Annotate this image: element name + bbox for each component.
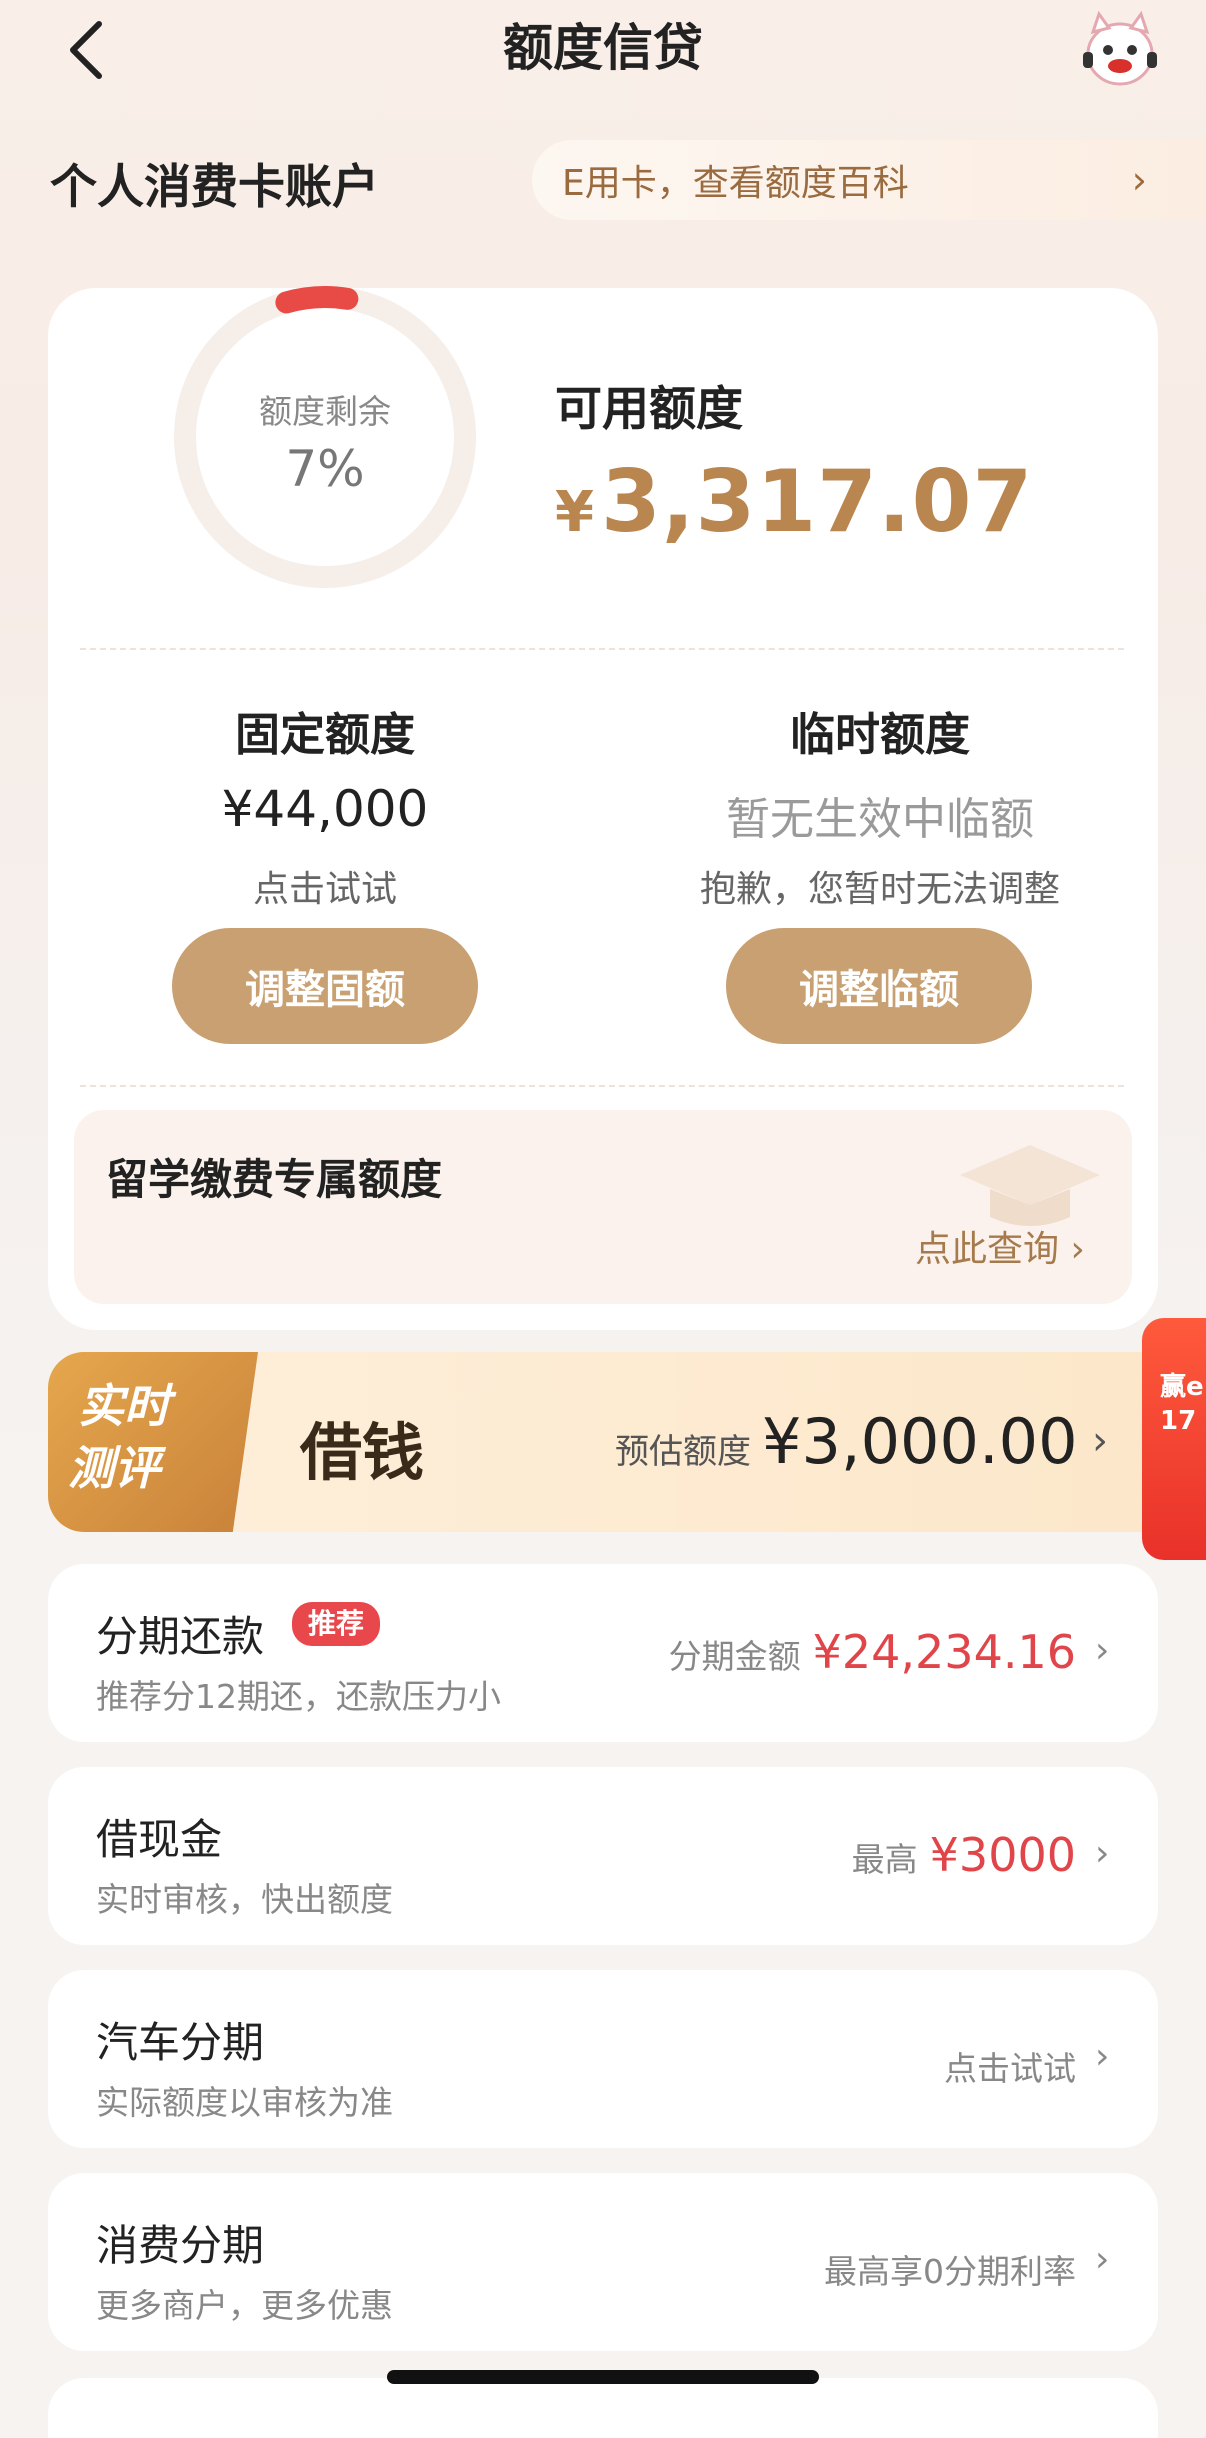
study-abroad-link[interactable]: 点此查询 › xyxy=(915,1220,1085,1272)
adjust-temp-button[interactable]: 调整临额 xyxy=(726,928,1032,1044)
recommend-badge: 推荐 xyxy=(292,1602,381,1646)
realtime-eval-text: 实时 测评 xyxy=(68,1375,248,1499)
tag-line-1: 实时 xyxy=(78,1379,170,1433)
chevron-right-icon: › xyxy=(1095,1630,1110,1671)
list-item-right: 分期金额 ¥24,234.16 xyxy=(669,1625,1076,1679)
ring-label: 额度剩余 xyxy=(259,392,391,431)
section-title: 个人消费卡账户 xyxy=(50,160,379,215)
list-item-title: 分期还款 xyxy=(96,1612,265,1661)
home-indicator[interactable] xyxy=(387,2370,819,2384)
chevron-right-icon: › xyxy=(1095,2239,1110,2280)
promo-line-1: 赢e xyxy=(1160,1372,1204,1402)
temp-quota-sub: 抱歉，您暂时无法调整 xyxy=(699,869,1060,910)
borrow-title: 借钱 xyxy=(300,1416,425,1489)
back-button[interactable] xyxy=(50,10,120,90)
list-item-sub: 实时审核，快出额度 xyxy=(96,1880,393,1919)
right-label: 分期金额 xyxy=(668,1637,801,1676)
list-item-right: 点击试试 xyxy=(944,2042,1076,2090)
estimated-quota-label: 预估额度 xyxy=(615,1432,751,1472)
available-quota-amount: ¥3,317.07 xyxy=(555,452,1033,552)
study-abroad-title: 留学缴费专属额度 xyxy=(106,1155,443,1204)
right-value: ¥3000 xyxy=(929,1828,1076,1882)
temp-quota-value: 暂无生效中临额 xyxy=(726,794,1034,845)
ring-percent: 7% xyxy=(285,440,365,498)
list-item-title: 消费分期 xyxy=(96,2221,265,2270)
hint-text: E用卡，查看额度百科 xyxy=(562,163,909,204)
side-promo-text: 赢e 17 xyxy=(1160,1370,1204,1438)
side-promo-tab[interactable] xyxy=(1142,1318,1206,1560)
fixed-quota-sub[interactable]: 点击试试 xyxy=(125,860,525,912)
right-label: 最高享0分期利率 xyxy=(824,2252,1076,2291)
divider xyxy=(80,648,1124,650)
chevron-right-icon: › xyxy=(1131,158,1147,202)
promo-line-2: 17 xyxy=(1160,1406,1197,1436)
quota-encyclopedia-banner[interactable]: E用卡，查看额度百科 › xyxy=(532,140,1206,220)
list-item-title: 借现金 xyxy=(96,1815,223,1864)
fixed-quota-value: ¥44,000 xyxy=(221,780,429,838)
tag-line-2: 测评 xyxy=(68,1441,160,1495)
right-label: 点击试试 xyxy=(944,2049,1076,2088)
temp-quota-title: 临时额度 xyxy=(789,708,970,761)
available-amount-value: 3,317.07 xyxy=(600,452,1034,552)
estimated-quota-amount: ¥3,000.00 xyxy=(762,1405,1078,1478)
list-item-sub: 推荐分12期还，还款压力小 xyxy=(96,1677,501,1716)
chevron-left-icon xyxy=(70,21,102,79)
list-item-title: 汽车分期 xyxy=(96,2018,265,2067)
list-item-sub: 实际额度以审核为准 xyxy=(96,2083,393,2122)
adjust-fixed-button[interactable]: 调整固额 xyxy=(172,928,478,1044)
mascot-icon[interactable] xyxy=(1075,10,1165,90)
list-item-sub: 更多商户，更多优惠 xyxy=(96,2286,393,2325)
chevron-right-icon: › xyxy=(1092,1418,1108,1464)
next-card-peek xyxy=(48,2378,1158,2438)
chevron-right-icon: › xyxy=(1095,1833,1110,1874)
available-quota-label: 可用额度 xyxy=(555,382,743,437)
list-item-right: 最高 ¥3000 xyxy=(852,1828,1076,1882)
currency-symbol: ¥ xyxy=(555,480,595,545)
right-value: ¥24,234.16 xyxy=(812,1625,1076,1679)
study-link-text: 点此查询 xyxy=(915,1229,1060,1270)
divider xyxy=(80,1085,1124,1087)
fixed-quota-title: 固定额度 xyxy=(234,708,415,761)
list-item-right: 最高享0分期利率 xyxy=(824,2245,1076,2293)
chevron-right-icon: › xyxy=(1095,2036,1110,2077)
quota-ring xyxy=(160,272,490,602)
right-label: 最高 xyxy=(851,1840,918,1879)
